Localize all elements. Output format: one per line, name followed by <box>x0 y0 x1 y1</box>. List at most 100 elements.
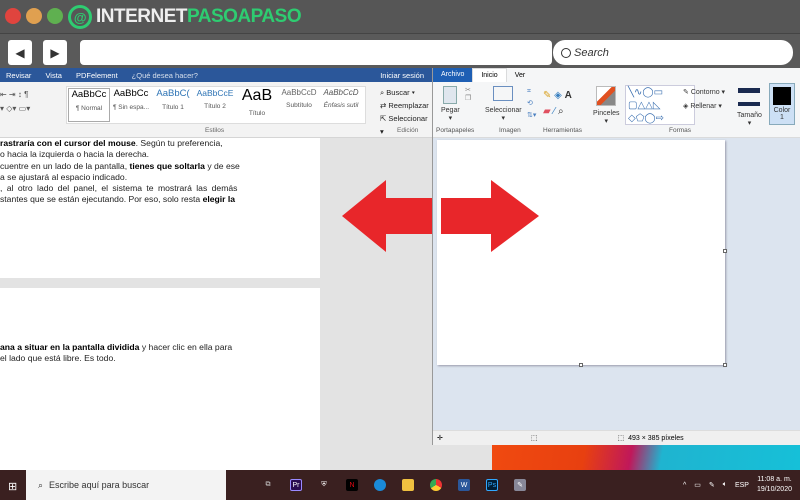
maximize-window-button[interactable] <box>47 8 63 24</box>
tab-archivo[interactable]: Archivo <box>433 68 473 82</box>
resize-handle-right[interactable] <box>723 249 727 253</box>
search-input[interactable]: Search <box>553 40 793 65</box>
edge-icon[interactable] <box>374 479 386 491</box>
tab-vista[interactable]: Vista <box>45 71 62 80</box>
style-preview: AaBbCcD <box>323 88 359 97</box>
fill-label: Rellenar <box>690 103 717 110</box>
tell-me-input[interactable]: ¿Qué desea hacer? <box>132 71 198 80</box>
browser-title-bar: @ INTERNET PASOAPASO <box>0 0 800 34</box>
windows-start-icon[interactable]: ⊞ <box>8 480 17 493</box>
size-label: Tamaño <box>737 112 762 119</box>
paint-ribbon-tabs: Archivo Inicio Ver <box>433 68 800 82</box>
selection-size-icon: ⬚ <box>530 435 538 442</box>
brushes-button[interactable]: Pinceles ▾ <box>593 86 619 125</box>
paragraph-tools[interactable]: ⇤ ⇥ ↕ ¶ ▾ ◇▾ ▭▾ <box>0 88 62 122</box>
fill-button[interactable]: ◈ Rellenar ▾ <box>683 100 725 114</box>
paint-icon[interactable]: ✎ <box>514 479 526 491</box>
color-number: 1 <box>780 114 784 121</box>
style-label: Título 2 <box>204 103 226 110</box>
find-button[interactable]: ⌕ Buscar ▾ <box>380 86 432 99</box>
group-label-imagen: Imagen <box>499 127 521 134</box>
document-page-1[interactable]: rastraría con el cursor del mouse. Según… <box>0 138 320 278</box>
paste-button[interactable]: Pegar ▾ <box>441 86 460 122</box>
address-bar[interactable] <box>80 40 552 65</box>
color-1-button[interactable]: Color 1 <box>769 83 795 125</box>
forward-icon: ▶ <box>50 45 60 60</box>
premiere-icon[interactable]: Pr <box>290 479 302 491</box>
word-icon[interactable]: W <box>458 479 470 491</box>
style-label: Énfasis sutil <box>323 102 359 109</box>
style-label: Título 1 <box>162 104 184 111</box>
style-titulo-1[interactable]: AaBbC(Título 1 <box>152 88 194 122</box>
select-tool-button[interactable]: Seleccionar ▾ <box>485 86 522 122</box>
taskbar-search-placeholder: Escribe aquí para buscar <box>49 480 150 490</box>
style-enfasis-sutil[interactable]: AaBbCcD Énfasis sutil <box>320 88 362 122</box>
tab-pdfelement[interactable]: PDFelement <box>76 71 118 80</box>
paragraph: cuentre en un lado de la pantalla, tiene… <box>0 161 314 172</box>
chrome-icon[interactable] <box>430 479 442 491</box>
file-explorer-icon[interactable] <box>402 479 414 491</box>
cursor-position-icon: ✛ <box>437 435 443 442</box>
style-label: ¶ Normal <box>75 105 103 112</box>
chevron-up-icon[interactable]: ^ <box>683 482 686 489</box>
group-label-portapapeles: Portapapeles <box>436 127 475 134</box>
size-button[interactable]: Tamaño ▾ <box>737 86 762 127</box>
line-size-icon <box>738 88 761 106</box>
paint-window: Archivo Inicio Ver Pegar ▾ ✂ ❐ Seleccionar… <box>432 68 800 445</box>
paint-ribbon: Pegar ▾ ✂ ❐ Seleccionar ▾ ⌗ ⟲ ⇅▾ ✎ ◈ A ▰ ⁄ ⌕ P… <box>433 82 800 138</box>
document-page-2[interactable]: ana a situar en la pantalla dividida y h… <box>0 288 320 470</box>
text: stantes que se están ejecutando. Por eso… <box>0 194 203 205</box>
logo-icon: @ <box>68 5 92 29</box>
drawing-tools[interactable]: ✎ ◈ A ▰ ⁄ ⌕ <box>543 88 585 120</box>
resize-handle-corner[interactable] <box>723 363 727 367</box>
taskbar-apps: ⧉ Pr ⛨ N W Ps ✎ <box>254 479 534 491</box>
cut-copy-icons[interactable]: ✂ ❐ <box>465 86 471 102</box>
arrow-left-icon <box>342 180 432 252</box>
volume-icon[interactable]: 🔈︎ <box>723 481 727 489</box>
back-icon: ◀ <box>15 45 25 60</box>
tab-revisar[interactable]: Revisar <box>6 71 31 80</box>
network-icon[interactable]: ▭ <box>694 481 701 489</box>
photoshop-icon[interactable]: Ps <box>486 479 498 491</box>
style-sin-espaciado[interactable]: AaBbCc ¶ Sin espa... <box>110 88 152 122</box>
style-titulo[interactable]: AaB Título <box>236 88 278 122</box>
select-button[interactable]: ⇱ Seleccionar ▾ <box>380 112 432 138</box>
logo-text-accent: PASOAPASO <box>187 6 302 27</box>
sign-in-link[interactable]: Iniciar sesión <box>380 71 424 80</box>
taskbar-search-input[interactable]: ⌕ Escribe aquí para buscar <box>26 470 226 500</box>
paragraph: ana a situar en la pantalla dividida y h… <box>0 342 314 353</box>
clock[interactable]: 11:08 a. m. 19/10/2020 <box>757 475 792 495</box>
style-preview: AaBbCc <box>113 88 149 99</box>
forward-button[interactable]: ▶ <box>43 40 67 65</box>
replace-button[interactable]: ⇄ Reemplazar <box>380 99 432 112</box>
style-titulo-2[interactable]: AaBbCcE Título 2 <box>194 88 236 122</box>
text: , al otro lado del panel, el sistema te … <box>0 183 238 194</box>
tab-ver[interactable]: Ver <box>507 72 534 79</box>
back-button[interactable]: ◀ <box>8 40 32 65</box>
search-icon: ⌕ <box>38 479 44 490</box>
paint-status-bar: ✛ ⬚ ⬚ 493 × 385 píxeles <box>433 430 800 445</box>
image-tools[interactable]: ⌗ ⟲ ⇅▾ <box>527 86 536 122</box>
group-label-formas: Formas <box>669 127 692 134</box>
resize-handle-bottom[interactable] <box>579 363 583 367</box>
close-window-button[interactable] <box>5 8 21 24</box>
canvas-size-icon: ⬚ <box>617 435 625 442</box>
paint-canvas[interactable] <box>437 140 725 365</box>
style-normal[interactable]: AaBbCc ¶ Normal <box>68 88 110 122</box>
color-swatch <box>773 87 791 105</box>
minimize-window-button[interactable] <box>26 8 42 24</box>
site-logo: @ INTERNET PASOAPASO <box>68 5 302 29</box>
paragraph: stantes que se están ejecutando. Por eso… <box>0 194 314 205</box>
eraser-icon: ▰ <box>543 106 551 117</box>
style-preview: AaBbCc <box>71 89 107 100</box>
task-view-icon[interactable]: ⧉ <box>262 479 274 491</box>
style-label: Subtítulo <box>286 102 312 109</box>
pen-icon[interactable]: ✎ <box>709 481 715 489</box>
style-subtitulo[interactable]: AaBbCcD Subtítulo <box>278 88 320 122</box>
system-tray: ^ ▭ ✎ 🔈︎ ESP 11:08 a. m. 19/10/2020 <box>683 475 792 495</box>
shield-icon[interactable]: ⛨ <box>318 479 330 491</box>
outline-button[interactable]: ✎ Contorno ▾ <box>683 86 725 100</box>
language-indicator[interactable]: ESP <box>735 482 749 489</box>
netflix-icon[interactable]: N <box>346 479 358 491</box>
tab-inicio[interactable]: Inicio <box>472 68 507 82</box>
